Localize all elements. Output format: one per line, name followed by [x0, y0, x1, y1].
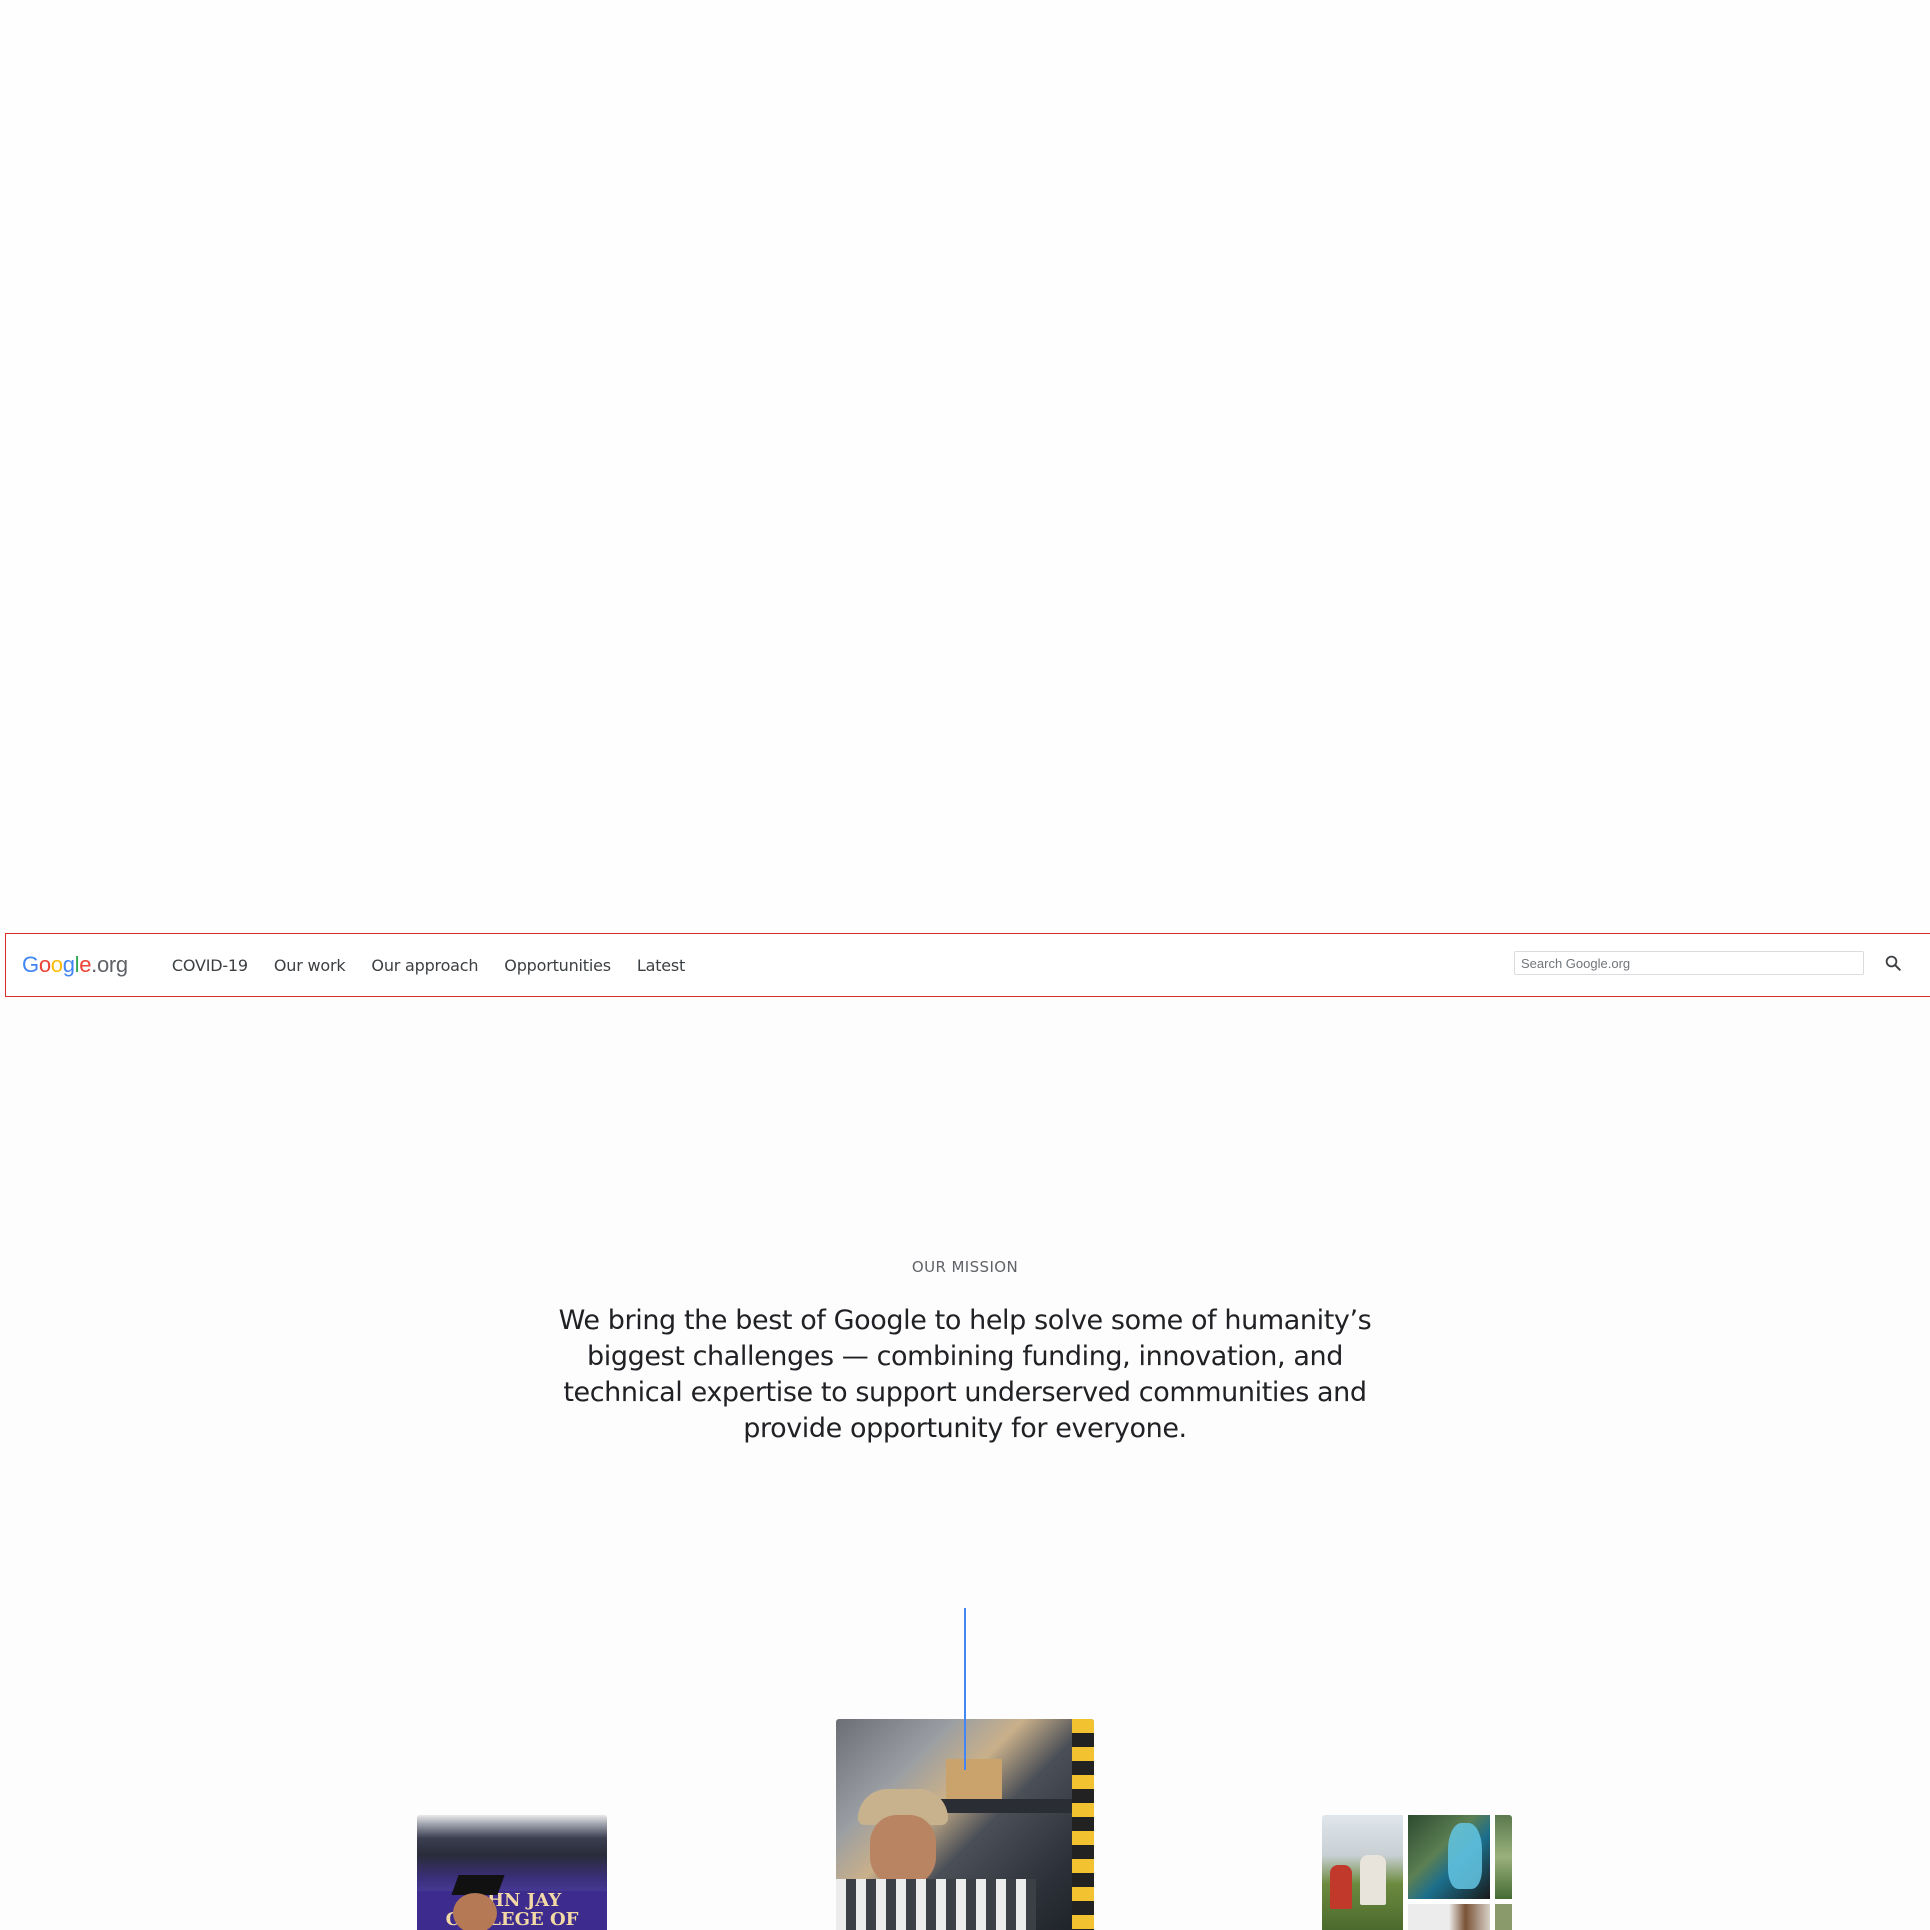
- nav-item-latest[interactable]: Latest: [637, 956, 685, 975]
- logo-suffix: .org: [91, 952, 128, 977]
- plaid-shirt: [836, 1879, 1036, 1930]
- graduation-cap: [451, 1875, 505, 1895]
- accent-connector-line: [964, 1608, 966, 1770]
- banner-text: JOHN JAY COLLEGE OF CRIMINAL JUSTICE: [417, 1891, 607, 1930]
- nav-item-covid-19[interactable]: COVID-19: [172, 956, 248, 975]
- safety-stripe: [1072, 1719, 1094, 1930]
- mission-statement: We bring the best of Google to help solv…: [558, 1305, 1372, 1444]
- shelf: [936, 1799, 1094, 1813]
- search-icon[interactable]: [1882, 952, 1904, 974]
- primary-nav: COVID-19 Our work Our approach Opportuni…: [172, 956, 685, 975]
- collage-tile-scan: [1408, 1815, 1490, 1899]
- person-head: [870, 1815, 936, 1885]
- search-input[interactable]: [1514, 951, 1864, 975]
- graduate-face: [453, 1893, 497, 1930]
- graduate-photo[interactable]: JOHN JAY COLLEGE OF CRIMINAL JUSTICE: [417, 1815, 607, 1930]
- logo-letter: G: [22, 952, 39, 977]
- google-org-logo[interactable]: Go o g l e .org: [22, 952, 128, 978]
- shelf-box: [946, 1759, 1002, 1801]
- collage-tile-plants: [1495, 1815, 1512, 1899]
- logo-letter: e: [79, 952, 92, 977]
- collage-tile-plants-2: [1495, 1904, 1512, 1930]
- logo-letter: o: [50, 952, 63, 977]
- empty-page-region: [0, 0, 1930, 932]
- nav-item-our-approach[interactable]: Our approach: [371, 956, 478, 975]
- collage-photo[interactable]: [1322, 1815, 1512, 1930]
- mission-eyebrow: OUR MISSION: [911, 1258, 1019, 1276]
- nav-item-our-work[interactable]: Our work: [274, 956, 346, 975]
- collage-tile-person: [1408, 1904, 1490, 1930]
- collage-tile-farm: [1322, 1815, 1403, 1930]
- search-area: [1514, 951, 1904, 975]
- logo-letter: o: [38, 952, 51, 977]
- top-navigation-bar: Go o g l e .org COVID-19 Our work Our approac…: [5, 933, 1930, 997]
- logo-letter: g: [62, 952, 75, 977]
- nav-item-opportunities[interactable]: Opportunities: [504, 956, 611, 975]
